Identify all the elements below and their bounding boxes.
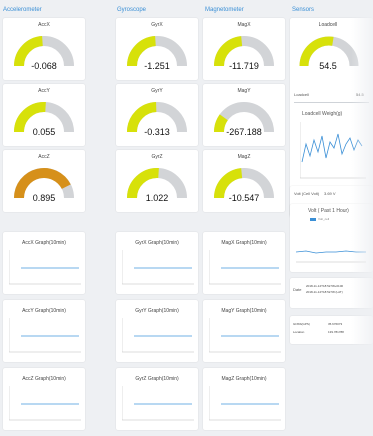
accx-gauge-title: AccX — [38, 22, 50, 28]
accx-gauge-card: AccX -0.068 — [3, 18, 85, 80]
gyrz-graph-card: GyrZ Graph(10min) — [116, 368, 198, 430]
edge-fade — [351, 0, 373, 436]
volt-label: Volt (Cell Volt) — [294, 191, 320, 196]
gyrx-gauge-title: GyrX — [151, 22, 163, 28]
magz-graph-card: MagZ Graph(10min) — [203, 368, 285, 430]
magx-graph-card: MagX Graph(10min) — [203, 232, 285, 294]
magz-graph-plot — [209, 386, 281, 421]
accy-graph-title: AccY Graph(10min) — [22, 308, 66, 314]
magz-gauge-title: MagZ — [237, 154, 251, 160]
magz-graph-title: MagZ Graph(10min) — [221, 376, 267, 382]
magy-gauge-title: MagY — [237, 88, 251, 94]
magy-gauge-value: -267.188 — [226, 127, 262, 137]
date-label: Date — [293, 287, 302, 292]
accz-gauge-title: AccZ — [38, 154, 50, 160]
accx-gauge-value: -0.068 — [31, 61, 57, 71]
accx-graph-plot — [9, 250, 81, 285]
magx-gauge-value: -11.719 — [229, 61, 259, 71]
gps-label: GNSS(GPS) — [293, 322, 310, 326]
magy-graph-card: MagY Graph(10min) — [203, 300, 285, 362]
gyrx-graph-plot — [122, 250, 194, 285]
gyrz-gauge-title: GyrZ — [151, 154, 163, 160]
date-value-1: 2018-11-12T18:52:58+0100 — [306, 284, 344, 288]
weigh-graph-title: Loadcell Weigh(g) — [302, 111, 343, 117]
accz-graph-plot — [9, 386, 81, 421]
magx-graph-plot — [209, 250, 281, 285]
magy-graph-plot — [209, 318, 281, 353]
gyroscope-column-title: Gyroscope — [117, 7, 147, 13]
gyrx-graph-title: GyrX Graph(10min) — [135, 240, 179, 246]
accz-gauge-card: AccZ 0.895 — [3, 150, 85, 212]
gyrz-graph-plot — [122, 386, 194, 421]
gps-lng-value: 139.781788 — [328, 330, 344, 334]
magz-gauge-card: MagZ -10.547 — [203, 150, 285, 212]
magx-gauge-title: MagX — [237, 22, 251, 28]
accz-graph-card: AccZ Graph(10min) — [3, 368, 85, 430]
volt-graph-title: Volt ( Past 1 Hour) — [308, 208, 349, 214]
gyrx-gauge-value: -1.251 — [144, 61, 170, 71]
gyry-gauge-card: GyrY -0.313 — [116, 84, 198, 146]
gyrx-gauge-card: GyrX -1.251 — [116, 18, 198, 80]
magy-graph-title: MagY Graph(10min) — [221, 308, 267, 314]
magx-gauge-card: MagX -11.719 — [203, 18, 285, 80]
gyry-gauge-title: GyrY — [151, 88, 163, 94]
accelerometer-column-title: Accelerometer — [3, 7, 42, 13]
magz-gauge-value: -10.547 — [228, 193, 260, 203]
accy-graph-plot — [9, 318, 81, 353]
volt-legend-label: Volt_cell — [318, 217, 330, 221]
gyry-graph-card: GyrY Graph(10min) — [116, 300, 198, 362]
accz-gauge-value: 0.895 — [32, 193, 56, 203]
accy-gauge-title: AccY — [38, 88, 50, 94]
gyrx-graph-card: GyrX Graph(10min) — [116, 232, 198, 294]
loadcell-gauge-value: 54.5 — [319, 61, 337, 71]
magx-graph-title: MagX Graph(10min) — [221, 240, 267, 246]
date-value-2: 2018-11-12T18:52:58 (LAT) — [306, 290, 343, 294]
sensors-column-title: Sensors — [292, 7, 315, 13]
accx-graph-title: AccX Graph(10min) — [22, 240, 66, 246]
volt-value: 3.69 V — [324, 191, 336, 196]
location-label: Location — [293, 330, 305, 334]
accz-graph-title: AccZ Graph(10min) — [22, 376, 66, 382]
magnetometer-column-title: Magnetometer — [205, 7, 244, 13]
accy-gauge-card: AccY 0.055 — [3, 84, 85, 146]
gyrz-gauge-value: 1.022 — [145, 193, 169, 203]
accy-gauge-value: 0.055 — [32, 127, 56, 137]
gyrz-gauge-card: GyrZ 1.022 — [116, 150, 198, 212]
gps-lat-value: 35.676073 — [328, 322, 343, 326]
magy-gauge-card: MagY -267.188 — [203, 84, 285, 146]
loadcell-gauge-title: Loadcell — [318, 22, 338, 28]
gyry-graph-plot — [122, 318, 194, 353]
loadcell-row-label: Loadcell — [294, 92, 309, 97]
gyrz-graph-title: GyrZ Graph(10min) — [135, 376, 179, 382]
accx-graph-card: AccX Graph(10min) — [3, 232, 85, 294]
accy-graph-card: AccY Graph(10min) — [3, 300, 85, 362]
volt-legend-swatch — [310, 218, 316, 221]
gyry-graph-title: GyrY Graph(10min) — [135, 308, 179, 314]
gyry-gauge-value: -0.313 — [144, 127, 170, 137]
